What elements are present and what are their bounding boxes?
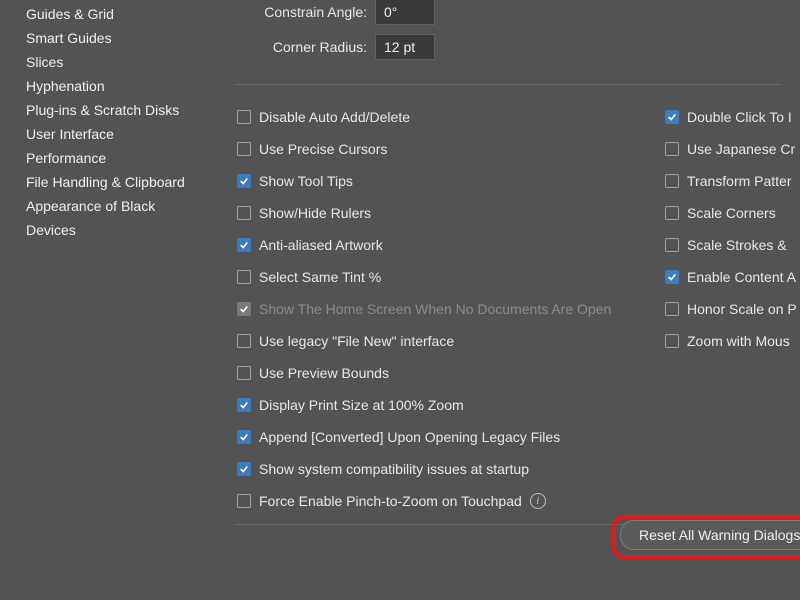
checkbox-icon xyxy=(237,206,251,220)
checkbox-icon xyxy=(237,494,251,508)
option-label: Show The Home Screen When No Documents A… xyxy=(259,301,611,317)
checkbox-icon xyxy=(237,366,251,380)
option-label: Use Preview Bounds xyxy=(259,365,389,381)
option-label: Use Japanese Cr xyxy=(687,141,795,157)
option-label: Use Precise Cursors xyxy=(259,141,387,157)
reset-warning-dialogs-button[interactable]: Reset All Warning Dialogs xyxy=(620,520,800,550)
option-scale-strokes[interactable]: Scale Strokes & xyxy=(665,229,800,261)
option-label: Scale Corners xyxy=(687,205,776,221)
option-use-japanese-cr[interactable]: Use Japanese Cr xyxy=(665,133,800,165)
sidebar-item-file-handling[interactable]: File Handling & Clipboard xyxy=(26,170,215,194)
option-label: Anti-aliased Artwork xyxy=(259,237,383,253)
option-label: Double Click To I xyxy=(687,109,792,125)
option-anti-aliased-artwork[interactable]: Anti-aliased Artwork xyxy=(237,229,657,261)
checkbox-icon xyxy=(665,110,679,124)
option-label: Display Print Size at 100% Zoom xyxy=(259,397,464,413)
corner-radius-input[interactable] xyxy=(375,34,435,60)
option-append-converted-upon-opening-legacy-files[interactable]: Append [Converted] Upon Opening Legacy F… xyxy=(237,421,657,453)
option-display-print-size-at-100-zoom[interactable]: Display Print Size at 100% Zoom xyxy=(237,389,657,421)
option-show-system-compatibility-issues-at-startup[interactable]: Show system compatibility issues at star… xyxy=(237,453,657,485)
checkbox-icon xyxy=(237,462,251,476)
checkbox-icon xyxy=(237,430,251,444)
option-label: Transform Patter xyxy=(687,173,792,189)
option-label: Show Tool Tips xyxy=(259,173,353,189)
option-label: Disable Auto Add/Delete xyxy=(259,109,410,125)
option-select-same-tint[interactable]: Select Same Tint % xyxy=(237,261,657,293)
constrain-angle-label: Constrain Angle: xyxy=(215,4,375,20)
checkbox-icon xyxy=(237,142,251,156)
checkbox-icon xyxy=(665,142,679,156)
option-label: Zoom with Mous xyxy=(687,333,790,349)
checkbox-icon xyxy=(237,334,251,348)
checkbox-icon xyxy=(237,174,251,188)
option-label: Honor Scale on P xyxy=(687,301,797,317)
section-divider xyxy=(235,84,780,85)
sidebar-item-guides-grid[interactable]: Guides & Grid xyxy=(26,2,215,26)
option-show-tool-tips[interactable]: Show Tool Tips xyxy=(237,165,657,197)
option-label: Enable Content A xyxy=(687,269,796,285)
option-disable-auto-add-delete[interactable]: Disable Auto Add/Delete xyxy=(237,101,657,133)
option-label: Scale Strokes & xyxy=(687,237,787,253)
option-label: Select Same Tint % xyxy=(259,269,381,285)
checkbox-icon xyxy=(237,398,251,412)
sidebar-item-appearance-black[interactable]: Appearance of Black xyxy=(26,194,215,218)
option-scale-corners[interactable]: Scale Corners xyxy=(665,197,800,229)
sidebar-item-devices[interactable]: Devices xyxy=(26,218,215,242)
checkbox-icon xyxy=(665,238,679,252)
option-enable-content-a[interactable]: Enable Content A xyxy=(665,261,800,293)
sidebar-item-plugins-scratch[interactable]: Plug-ins & Scratch Disks xyxy=(26,98,215,122)
sidebar-item-user-interface[interactable]: User Interface xyxy=(26,122,215,146)
checkbox-icon xyxy=(665,302,679,316)
constrain-angle-input[interactable] xyxy=(375,0,435,25)
preferences-main: Constrain Angle: Corner Radius: Disable … xyxy=(215,0,800,600)
sidebar-item-performance[interactable]: Performance xyxy=(26,146,215,170)
sidebar-item-slices[interactable]: Slices xyxy=(26,50,215,74)
option-use-legacy-file-new-interface[interactable]: Use legacy "File New" interface xyxy=(237,325,657,357)
option-show-the-home-screen-when-no-documents-are-open: Show The Home Screen When No Documents A… xyxy=(237,293,657,325)
sidebar-item-hyphenation[interactable]: Hyphenation xyxy=(26,74,215,98)
option-transform-patter[interactable]: Transform Patter xyxy=(665,165,800,197)
option-honor-scale-on-p[interactable]: Honor Scale on P xyxy=(665,293,800,325)
checkbox-icon xyxy=(665,206,679,220)
checkbox-icon xyxy=(237,270,251,284)
option-force-enable-pinch-to-zoom-on-touchpad[interactable]: Force Enable Pinch-to-Zoom on Touchpad i xyxy=(237,485,657,517)
option-label: Show system compatibility issues at star… xyxy=(259,461,529,477)
checkbox-icon xyxy=(237,302,251,316)
option-label: Use legacy "File New" interface xyxy=(259,333,454,349)
option-double-click-to-i[interactable]: Double Click To I xyxy=(665,101,800,133)
checkbox-icon xyxy=(665,174,679,188)
option-show-hide-rulers[interactable]: Show/Hide Rulers xyxy=(237,197,657,229)
preferences-sidebar: Guides & Grid Smart Guides Slices Hyphen… xyxy=(0,0,215,600)
checkbox-icon xyxy=(665,270,679,284)
corner-radius-label: Corner Radius: xyxy=(215,39,375,55)
checkbox-icon xyxy=(237,238,251,252)
option-label: Append [Converted] Upon Opening Legacy F… xyxy=(259,429,560,445)
option-use-preview-bounds[interactable]: Use Preview Bounds xyxy=(237,357,657,389)
checkbox-icon xyxy=(665,334,679,348)
info-icon[interactable]: i xyxy=(530,493,546,509)
option-zoom-with-mous[interactable]: Zoom with Mous xyxy=(665,325,800,357)
sidebar-item-smart-guides[interactable]: Smart Guides xyxy=(26,26,215,50)
checkbox-icon xyxy=(237,110,251,124)
option-label: Force Enable Pinch-to-Zoom on Touchpad xyxy=(259,493,522,509)
option-label: Show/Hide Rulers xyxy=(259,205,371,221)
option-use-precise-cursors[interactable]: Use Precise Cursors xyxy=(237,133,657,165)
